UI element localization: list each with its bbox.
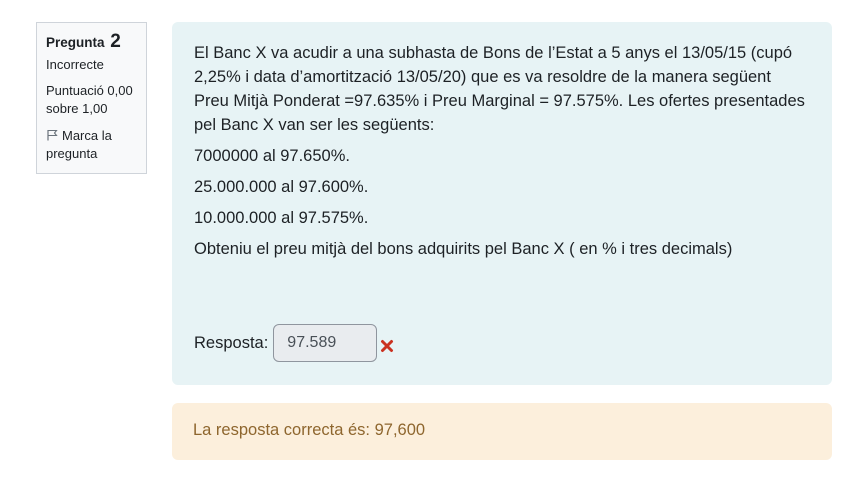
question-paragraph: Obteniu el preu mitjà del bons adquirits… xyxy=(194,240,733,258)
question-grade: Puntuació 0,00 sobre 1,00 xyxy=(46,83,133,116)
flag-icon xyxy=(46,128,58,141)
question-paragraph: 10.000.000 al 97.575%. xyxy=(194,209,369,227)
question-number-value: 2 xyxy=(110,31,121,52)
question-info-panel: Pregunta 2 Incorrecte Puntuació 0,00 sob… xyxy=(36,22,147,174)
answer-label: Resposta: xyxy=(194,334,269,352)
correct-answer-feedback: La resposta correcta és: 97,600 xyxy=(172,403,832,460)
question-paragraph: 25.000.000 al 97.600%. xyxy=(194,178,369,196)
incorrect-cross-icon xyxy=(380,336,394,352)
correct-answer-text: La resposta correcta és: 97,600 xyxy=(193,421,426,439)
question-paragraph: El Banc X va acudir a una subhasta de Bo… xyxy=(194,44,805,134)
question-label: Pregunta xyxy=(46,35,105,50)
question-paragraph: 7000000 al 97.650%. xyxy=(194,147,350,165)
question-state: Incorrecte xyxy=(46,57,104,72)
flag-question-link[interactable]: Marca la pregunta xyxy=(46,127,137,163)
answer-row: Resposta: xyxy=(194,324,394,362)
answer-input[interactable] xyxy=(273,324,378,362)
question-content: El Banc X va acudir a una subhasta de Bo… xyxy=(172,22,832,385)
question-number: Pregunta 2 xyxy=(46,31,137,52)
